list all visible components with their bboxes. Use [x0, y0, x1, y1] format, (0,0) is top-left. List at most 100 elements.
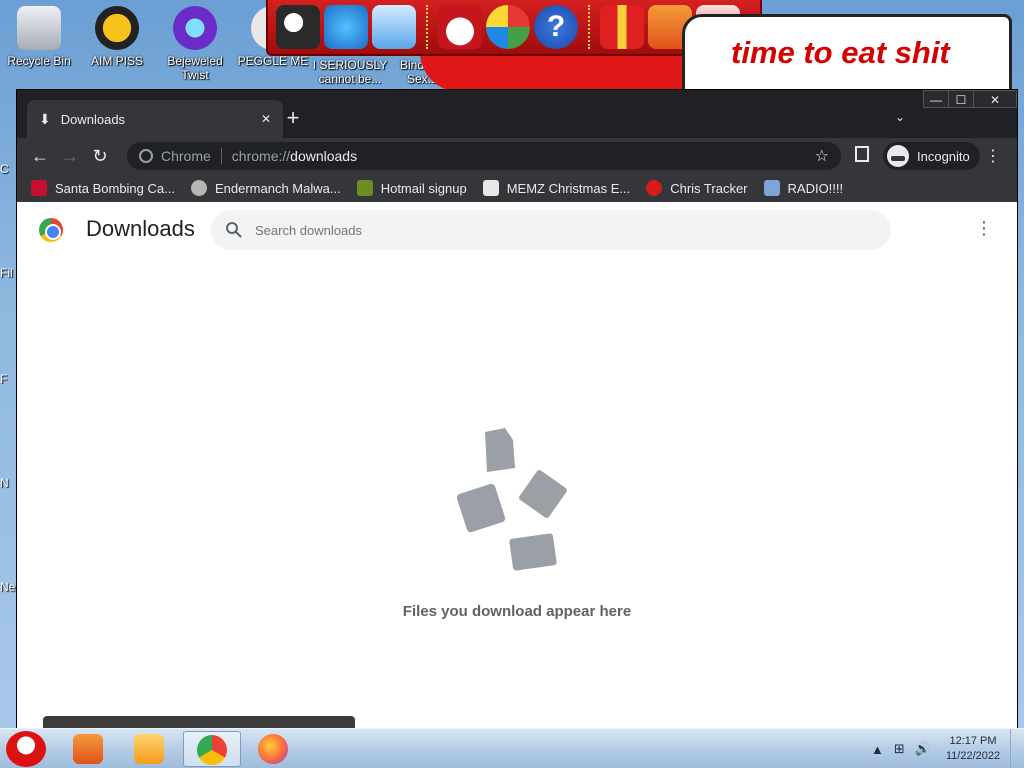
volume-icon[interactable]: 🔊 — [915, 741, 931, 757]
browser-toolbar: ← → ↻ Chrome chrome://downloads ☆ Incogn… — [17, 138, 1017, 174]
bookmark-item[interactable]: Endermanch Malwa... — [190, 180, 341, 196]
bookmark-star-icon[interactable]: ☆ — [815, 146, 829, 166]
tab-strip: ⬇ Downloads ✕ + ⌄ — ☐ ✕ — [17, 90, 1017, 138]
downloads-page: Downloads ⋮ Files you download appear he… — [17, 202, 1017, 731]
recycle-bin-shortcut[interactable]: Recycle Bin — [1, 0, 77, 68]
incognito-icon — [887, 145, 909, 167]
enderman-icon — [190, 180, 207, 196]
search-icon — [226, 222, 242, 238]
desktop-edge-label[interactable]: Ne — [0, 580, 15, 594]
help-icon[interactable]: ? — [534, 5, 578, 49]
close-window-button[interactable]: ✕ — [973, 90, 1017, 108]
drive-icon — [456, 483, 506, 533]
start-button-santa-icon[interactable] — [6, 731, 46, 767]
clock-date: 11/22/2022 — [945, 750, 1001, 762]
chrome-menu-icon[interactable]: ⋮ — [985, 146, 1001, 166]
globe-computer-icon[interactable] — [324, 5, 368, 49]
decorative-red-shape — [420, 52, 710, 92]
side-panel-icon[interactable] — [855, 146, 869, 162]
gift-icon[interactable] — [600, 5, 644, 49]
bejeweled-shortcut[interactable]: Bejeweled Twist — [157, 0, 233, 82]
bejeweled-icon — [173, 6, 217, 50]
tab-search-button[interactable]: ⌄ — [887, 104, 913, 130]
bookmark-item[interactable]: Chris Tracker — [646, 180, 748, 196]
taskbar-media-player[interactable] — [121, 731, 179, 767]
forward-button[interactable]: → — [55, 141, 85, 171]
url-scheme: chrome:// — [231, 148, 291, 164]
taskbar-file-explorer[interactable] — [60, 731, 118, 767]
url-text: chrome://downloads — [232, 148, 357, 164]
search-input[interactable] — [255, 222, 855, 238]
desktop-icon-label: AIM PISS — [90, 54, 143, 68]
banner-divider — [426, 5, 428, 49]
bookmark-item[interactable]: RADIO!!!! — [763, 180, 844, 196]
hotmail-icon — [356, 180, 373, 196]
bookmark-label: MEMZ Christmas E... — [506, 180, 631, 196]
desktop-icon-label: I SERIOUSLY cannot be... — [312, 58, 388, 86]
bookmark-label: Santa Bombing Ca... — [55, 180, 175, 196]
show-desktop-button[interactable] — [1010, 729, 1024, 768]
new-tab-button[interactable]: + — [279, 104, 307, 132]
bookmark-item[interactable]: MEMZ Christmas E... — [482, 180, 631, 196]
desktop-edge-label[interactable]: C — [0, 162, 9, 176]
bookmark-item[interactable]: Hotmail signup — [356, 180, 467, 196]
network-icon[interactable] — [372, 5, 416, 49]
recycle-bin-icon — [17, 6, 61, 50]
bookmark-item[interactable]: Santa Bombing Ca... — [31, 180, 175, 196]
aim-shortcut[interactable]: AIM PISS — [79, 0, 155, 68]
chrome-logo-icon — [39, 218, 63, 242]
bookmarks-bar: Santa Bombing Ca... Endermanch Malwa... … — [17, 174, 1017, 202]
profile-label: Incognito — [917, 148, 970, 164]
tab-downloads[interactable]: ⬇ Downloads ✕ — [27, 100, 283, 138]
system-tray: ▲ ⊞ 🔊 12:17 PM 11/22/2022 — [866, 729, 1024, 768]
show-hidden-icons-icon[interactable]: ▲ — [871, 742, 884, 757]
desktop-edge-label[interactable]: F — [0, 372, 7, 386]
meme-text: time to eat shit — [731, 35, 950, 70]
memz-icon — [482, 180, 499, 196]
desktop-edge-label[interactable]: Fil — [0, 266, 13, 280]
document-icon — [485, 428, 515, 472]
desktop-edge-label[interactable]: N — [0, 476, 9, 490]
desktop-icon-label: PEGGLE ME — [237, 54, 309, 68]
address-bar[interactable]: Chrome chrome://downloads ☆ — [127, 142, 841, 170]
windows-update-icon[interactable] — [486, 5, 530, 49]
bookmark-label: RADIO!!!! — [787, 180, 844, 196]
taskbar-firefox[interactable] — [245, 731, 303, 767]
chrome-icon — [197, 735, 227, 765]
incognito-profile-button[interactable]: Incognito — [883, 142, 980, 170]
download-icon: ⬇ — [39, 110, 51, 127]
media-player-icon — [134, 734, 164, 764]
downloads-header: Downloads ⋮ — [17, 202, 1017, 254]
page-title: Downloads — [86, 216, 195, 241]
tab-title: Downloads — [60, 111, 126, 127]
bookmark-label: Hotmail signup — [380, 180, 467, 196]
maximize-button[interactable]: ☐ — [948, 90, 974, 108]
taskbar-chrome[interactable] — [183, 731, 241, 767]
meme-board: time to eat shit — [682, 14, 1012, 94]
empty-downloads-illustration — [456, 428, 567, 571]
snowman-icon[interactable] — [438, 5, 482, 49]
santa-computer-icon[interactable] — [276, 5, 320, 49]
desktop-icon-label: Recycle Bin — [7, 54, 71, 68]
reload-button[interactable]: ↻ — [85, 141, 115, 171]
radio-icon — [763, 180, 780, 196]
back-button[interactable]: ← — [25, 141, 55, 171]
window-controls: — ☐ ✕ — [923, 90, 1017, 108]
empty-state-message: Files you download appear here — [402, 603, 632, 620]
omnibox-divider — [220, 148, 222, 164]
folder-icon — [73, 734, 103, 764]
minimize-button[interactable]: — — [923, 90, 949, 108]
bookmark-label: Chris Tracker — [670, 180, 748, 196]
search-bar[interactable] — [211, 210, 891, 250]
taskbar: ▲ ⊞ 🔊 12:17 PM 11/22/2022 — [0, 728, 1024, 768]
text-file-shortcut[interactable]: I SERIOUSLY cannot be... — [312, 58, 388, 86]
clock[interactable]: 12:17 PM 11/22/2022 — [936, 734, 1010, 764]
star-icon — [646, 180, 663, 196]
firefox-icon — [258, 734, 288, 764]
close-tab-icon[interactable]: ✕ — [261, 112, 271, 126]
more-actions-icon[interactable]: ⋮ — [975, 218, 993, 239]
network-icon[interactable]: ⊞ — [894, 741, 905, 757]
clock-time: 12:17 PM — [949, 735, 997, 747]
image-icon — [519, 470, 567, 518]
aim-icon — [95, 6, 139, 50]
